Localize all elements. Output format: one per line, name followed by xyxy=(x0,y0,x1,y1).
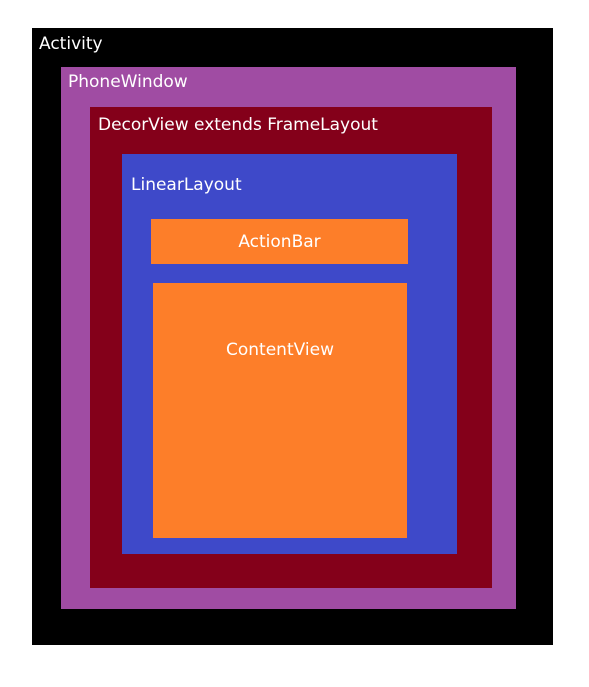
decor-view-box: DecorView extends FrameLayout LinearLayo… xyxy=(90,107,492,588)
phone-window-box: PhoneWindow DecorView extends FrameLayou… xyxy=(61,67,516,609)
action-bar-label: ActionBar xyxy=(238,232,321,252)
activity-box: Activity PhoneWindow DecorView extends F… xyxy=(32,28,553,645)
activity-label: Activity xyxy=(39,34,103,54)
content-view-box: ContentView xyxy=(153,283,407,538)
linear-layout-box: LinearLayout ActionBar ContentView xyxy=(122,154,457,554)
linear-layout-label: LinearLayout xyxy=(131,175,242,195)
decor-view-label: DecorView extends FrameLayout xyxy=(98,115,378,135)
phone-window-label: PhoneWindow xyxy=(68,72,188,92)
content-view-label: ContentView xyxy=(226,340,334,360)
action-bar-box: ActionBar xyxy=(151,219,408,264)
